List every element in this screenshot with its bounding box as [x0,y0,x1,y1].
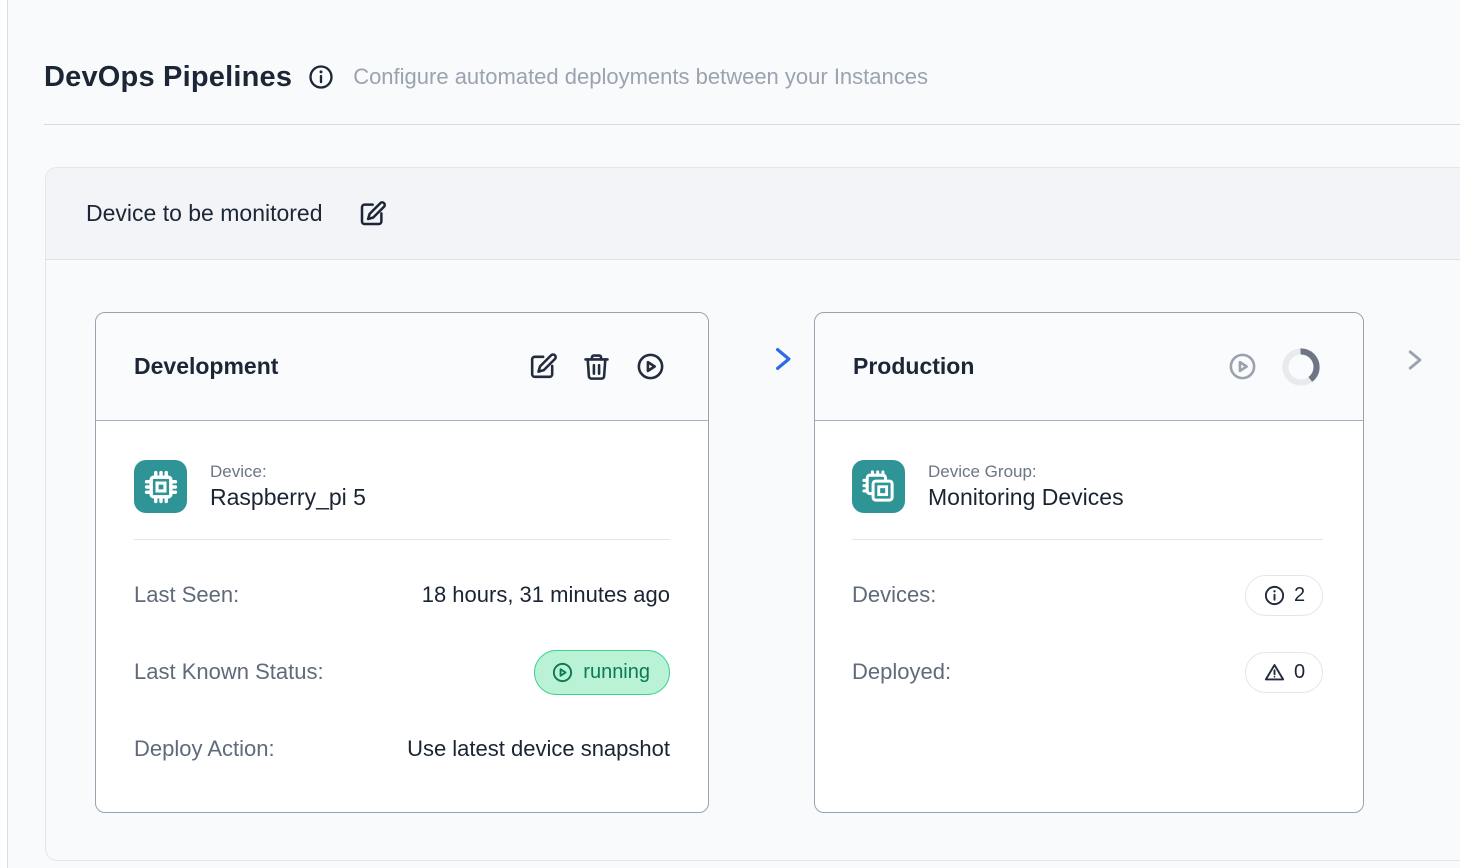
devices-count-pill[interactable]: 2 [1245,575,1323,616]
development-stage-card: Development [95,312,709,813]
trash-icon[interactable] [581,351,612,382]
last-seen-row: Last Seen: 18 hours, 31 minutes ago [134,573,670,617]
last-seen-label: Last Seen: [134,582,239,608]
deployed-count-pill[interactable]: 0 [1245,652,1323,693]
loading-spinner [1281,347,1321,387]
page-header: DevOps Pipelines Configure automated dep… [44,54,928,100]
stage-title: Production [853,353,974,380]
page-title: DevOps Pipelines [44,61,292,94]
device-name: Raspberry_pi 5 [210,484,366,511]
last-known-status-row: Last Known Status: running [134,650,670,694]
devices-label: Devices: [852,582,936,608]
status-badge: running [534,650,670,695]
warning-triangle-icon [1263,661,1286,684]
devices-count: 2 [1294,584,1305,607]
devops-pipelines-page: DevOps Pipelines Configure automated dep… [0,0,1460,868]
stage-title: Development [134,353,278,380]
device-text: Device: Raspberry_pi 5 [210,462,366,511]
device-group-name: Monitoring Devices [928,484,1124,511]
device-group-label: Device Group: [928,462,1124,482]
device-group-chip-icon [852,460,905,513]
card-divider [134,539,670,540]
page-subtitle: Configure automated deployments between … [353,64,928,90]
scroll-right-chevron-icon[interactable] [1401,347,1427,373]
last-seen-value: 18 hours, 31 minutes ago [422,582,670,608]
development-card-body: Device: Raspberry_pi 5 Last Seen: 18 hou… [96,460,708,771]
play-circle-icon [551,661,574,684]
deploy-action-value: Use latest device snapshot [407,736,670,762]
pipeline-panel-header: Device to be monitored [46,168,1460,260]
production-stage-card: Production [814,312,1364,813]
deployed-count: 0 [1294,661,1305,684]
production-card-body: Device Group: Monitoring Devices Devices… [815,460,1363,694]
device-group-row: Device Group: Monitoring Devices [852,460,1323,513]
pipeline-panel-body: Development [46,260,1460,861]
development-card-header: Development [96,313,708,421]
info-circle-icon [1263,584,1286,607]
deployed-label: Deployed: [852,659,951,685]
deploy-action-row: Deploy Action: Use latest device snapsho… [134,727,670,771]
devices-row: Devices: 2 [852,573,1323,617]
card-divider [852,539,1323,540]
device-chip-icon [134,460,187,513]
device-group-text: Device Group: Monitoring Devices [928,462,1124,511]
production-card-actions [1227,347,1321,387]
left-page-border [0,0,8,868]
device-row: Device: Raspberry_pi 5 [134,460,670,513]
deployed-row: Deployed: 0 [852,650,1323,694]
production-card-header: Production [815,313,1363,421]
last-known-status-label: Last Known Status: [134,659,324,685]
edit-pipeline-name-icon[interactable] [357,199,387,229]
pipeline-panel: Device to be monitored Development [45,167,1460,861]
edit-icon[interactable] [527,351,558,382]
stage-link-chevron-icon[interactable] [767,344,797,374]
play-circle-icon[interactable] [635,351,666,382]
status-badge-label: running [583,661,650,684]
device-label: Device: [210,462,366,482]
play-circle-icon-disabled[interactable] [1227,351,1258,382]
info-circle-icon[interactable] [307,63,335,91]
deploy-action-label: Deploy Action: [134,736,275,762]
header-divider [44,124,1460,125]
pipeline-name: Device to be monitored [86,200,323,227]
development-card-actions [527,351,666,382]
